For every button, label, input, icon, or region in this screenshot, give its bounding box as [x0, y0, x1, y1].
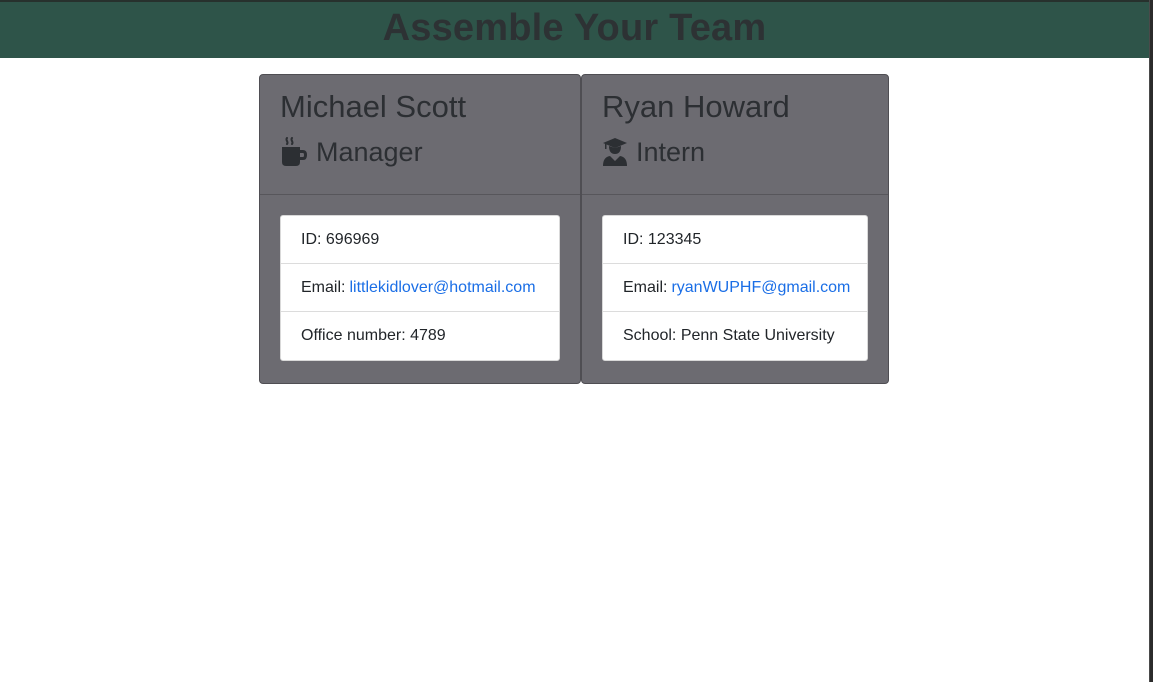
- email-link[interactable]: ryanWUPHF@gmail.com: [671, 279, 850, 297]
- card-body: ID: 123345 Email: ryanWUPHF@gmail.com Sc…: [582, 195, 888, 361]
- email-label: Email:: [301, 278, 346, 296]
- page-title: Assemble Your Team: [382, 7, 767, 49]
- window-edge: [1149, 0, 1153, 682]
- employee-card-intern: Ryan Howard Intern ID: 123345 Email: rya…: [581, 74, 889, 384]
- email-label: Email:: [623, 278, 668, 296]
- employee-role-label: Manager: [316, 137, 423, 167]
- coffee-mug-icon: [280, 137, 316, 167]
- id-value: 696969: [325, 230, 380, 248]
- employee-card-manager: Michael Scott Manager ID: 696969 Email: …: [259, 74, 581, 384]
- card-header: Ryan Howard Intern: [582, 75, 888, 195]
- employee-role-label: Intern: [636, 137, 706, 167]
- school-value: Penn State University: [680, 327, 835, 344]
- office-number-value: 4789: [410, 327, 446, 344]
- employee-office-number: Office number: 4789: [281, 312, 559, 360]
- employee-name: Ryan Howard: [602, 89, 790, 124]
- employee-email: Email: littlekidlover@hotmail.com: [281, 264, 559, 312]
- employee-email: Email: ryanWUPHF@gmail.com: [603, 264, 867, 312]
- page-header: Assemble Your Team: [0, 0, 1149, 58]
- page: Assemble Your Team Michael Scott Manager: [0, 0, 1153, 682]
- team-cards: Michael Scott Manager ID: 696969 Email: …: [259, 74, 889, 384]
- id-label: ID:: [623, 230, 644, 248]
- school-label: School:: [623, 327, 677, 344]
- card-body: ID: 696969 Email: littlekidlover@hotmail…: [260, 195, 580, 361]
- employee-details: ID: 696969 Email: littlekidlover@hotmail…: [280, 215, 560, 361]
- employee-role: Manager: [280, 135, 560, 169]
- employee-id: ID: 696969: [281, 216, 559, 264]
- employee-role: Intern: [602, 135, 868, 169]
- id-value: 123345: [647, 230, 702, 248]
- office-number-label: Office number:: [301, 327, 406, 344]
- id-label: ID:: [301, 230, 322, 248]
- graduate-icon: [602, 137, 636, 167]
- employee-name: Michael Scott: [280, 89, 467, 124]
- employee-id: ID: 123345: [603, 216, 867, 264]
- email-link[interactable]: littlekidlover@hotmail.com: [349, 279, 535, 297]
- employee-details: ID: 123345 Email: ryanWUPHF@gmail.com Sc…: [602, 215, 868, 361]
- card-header: Michael Scott Manager: [260, 75, 580, 195]
- employee-school: School: Penn State University: [603, 312, 867, 360]
